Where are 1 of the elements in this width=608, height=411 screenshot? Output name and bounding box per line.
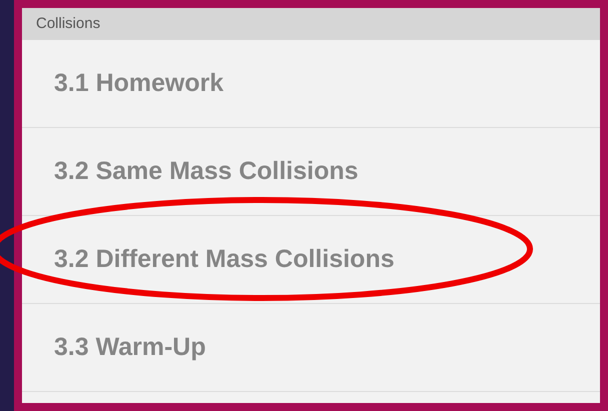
section-title: Collisions — [36, 14, 100, 34]
